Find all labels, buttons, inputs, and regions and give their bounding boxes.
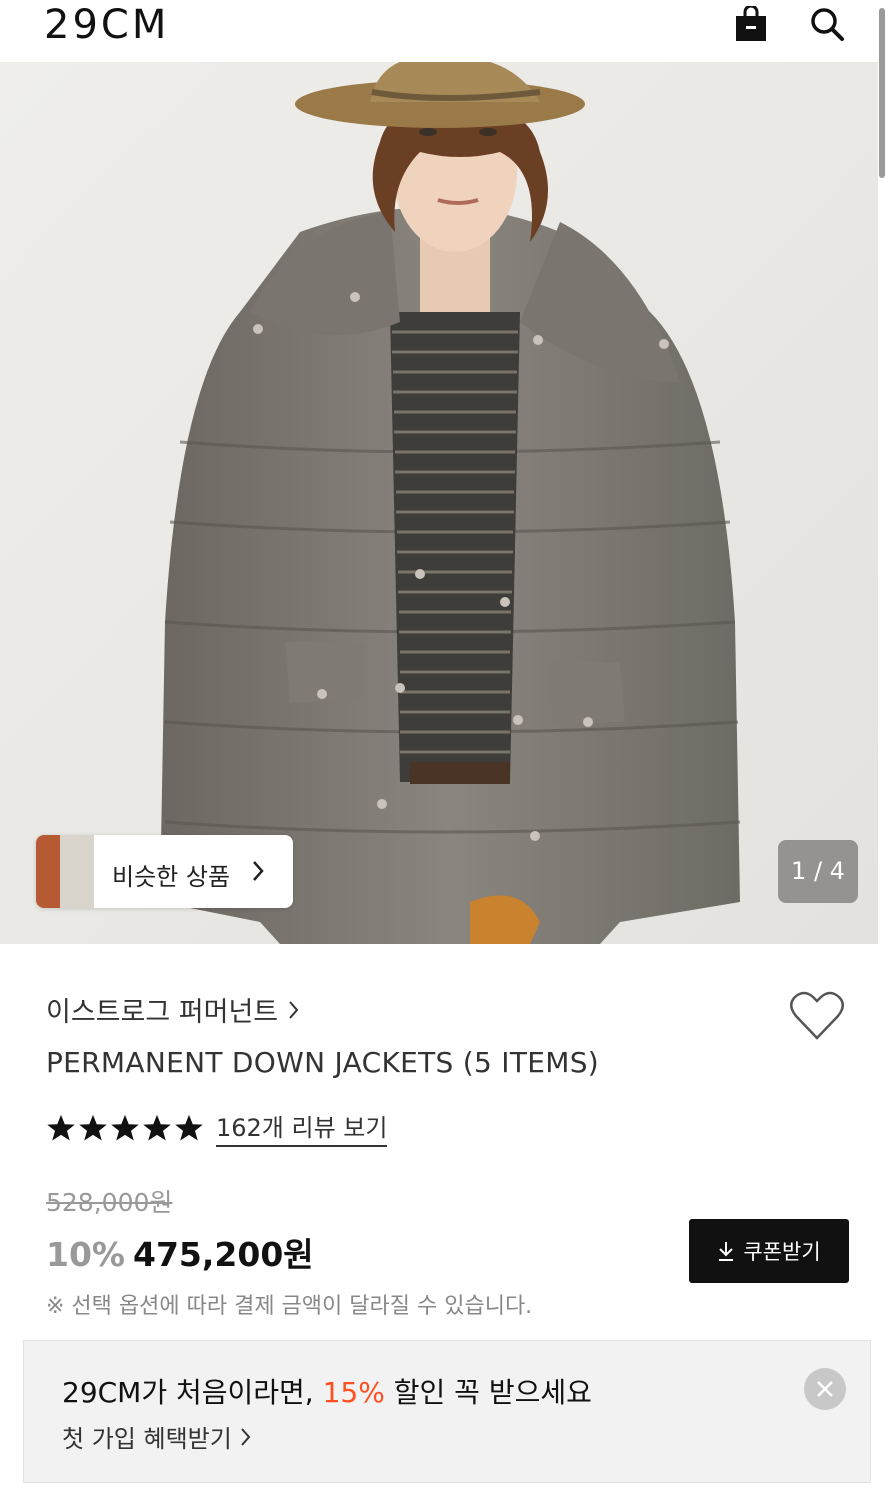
banner-highlight: 15% <box>322 1376 385 1409</box>
rating-stars <box>46 1113 204 1143</box>
similar-products-button[interactable]: 비슷한 상품 <box>36 835 293 908</box>
star-icon <box>47 1114 75 1140</box>
top-header: 29CM <box>0 0 894 62</box>
brand-name: 이스트로그 퍼머넌트 <box>46 997 279 1028</box>
star-icon <box>175 1114 203 1140</box>
close-icon <box>817 1381 833 1397</box>
brand-link[interactable]: 이스트로그 퍼머넌트 <box>46 990 300 1029</box>
chevron-right-icon <box>241 1427 251 1446</box>
chevron-right-icon <box>289 1000 299 1019</box>
product-title: PERMANENT DOWN JACKETS (5 ITEMS) <box>46 1046 600 1079</box>
download-icon <box>719 1242 734 1261</box>
close-banner-button[interactable] <box>804 1368 846 1410</box>
banner-headline-prefix: 29CM가 처음이라면, <box>62 1376 323 1409</box>
discount-rate: 10% <box>46 1235 125 1274</box>
star-icon <box>143 1114 171 1140</box>
heart-icon[interactable] <box>789 990 845 1042</box>
reviews-link[interactable]: 162개 리뷰 보기 <box>216 1108 388 1147</box>
price-notice: ※ 선택 옵션에 따라 결제 금액이 달라질 수 있습니다. <box>46 1294 533 1319</box>
star-icon <box>79 1114 107 1140</box>
signup-banner[interactable]: 29CM가 처음이라면, 15% 할인 꼭 받으세요 첫 가입 혜택받기 <box>23 1340 871 1483</box>
coupon-label: 쿠폰받기 <box>743 1240 821 1264</box>
banner-link-label: 첫 가입 혜택받기 <box>62 1425 232 1453</box>
product-photo <box>0 62 878 944</box>
image-counter: 1 / 4 <box>778 840 858 903</box>
coupon-button[interactable]: 쿠폰받기 <box>689 1219 849 1283</box>
similar-thumb <box>60 835 94 908</box>
banner-headline-suffix: 할인 꼭 받으세요 <box>384 1376 592 1409</box>
price-row: 10% 475,200원 <box>46 1228 314 1276</box>
banner-headline: 29CM가 처음이라면, 15% 할인 꼭 받으세요 <box>62 1371 592 1411</box>
signup-benefit-link[interactable]: 첫 가입 혜택받기 <box>62 1419 252 1454</box>
logo[interactable]: 29CM <box>44 2 169 48</box>
similar-products-label: 비슷한 상품 <box>112 863 231 891</box>
chevron-right-icon <box>253 861 264 881</box>
product-image[interactable]: 비슷한 상품 1 / 4 <box>0 62 878 944</box>
rating-row: 162개 리뷰 보기 <box>46 1108 388 1147</box>
star-icon <box>111 1114 139 1140</box>
shopping-bag-icon[interactable] <box>733 6 769 42</box>
search-icon[interactable] <box>809 6 845 42</box>
final-price: 475,200원 <box>133 1235 314 1274</box>
similar-thumb <box>36 835 60 908</box>
original-price: 528,000원 <box>46 1188 173 1217</box>
page-scrollbar[interactable] <box>879 8 885 178</box>
